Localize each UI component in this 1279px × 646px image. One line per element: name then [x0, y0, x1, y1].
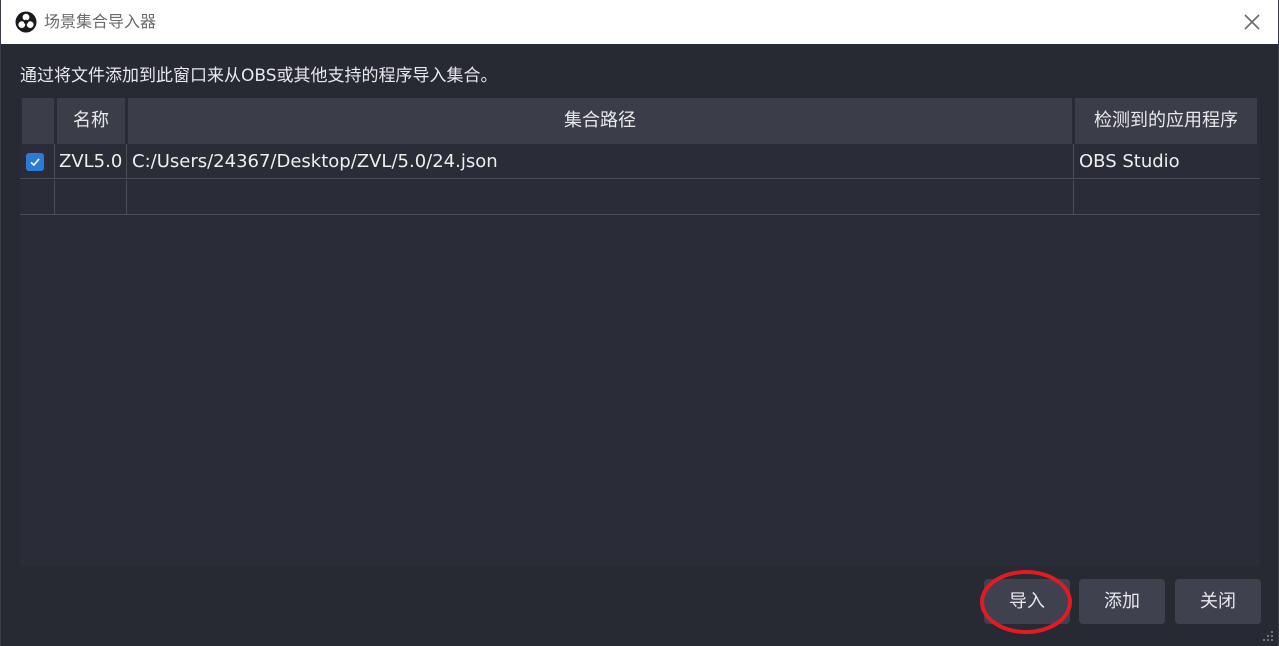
header-path[interactable]: 集合路径 [128, 98, 1072, 144]
header-check-column[interactable] [22, 98, 54, 144]
collections-table[interactable]: 名称 集合路径 检测到的应用程序 ZVL5.0 C:/Users/24367/D… [20, 98, 1260, 566]
row-name[interactable] [55, 180, 127, 215]
header-name[interactable]: 名称 [57, 98, 125, 144]
table-row[interactable]: ZVL5.0 C:/Users/24367/Desktop/ZVL/5.0/24… [20, 144, 1260, 179]
row-check-cell[interactable] [20, 144, 55, 179]
description-text: 通过将文件添加到此窗口来从OBS或其他支持的程序导入集合。 [20, 66, 498, 86]
table-header: 名称 集合路径 检测到的应用程序 [20, 98, 1260, 144]
row-check-cell[interactable] [20, 180, 55, 215]
close-button[interactable]: 关闭 [1175, 579, 1261, 624]
close-icon[interactable] [1242, 12, 1262, 32]
title-bar[interactable]: 场景集合导入器 [1, 0, 1278, 44]
row-path[interactable] [127, 180, 1074, 215]
row-program[interactable]: OBS Studio [1074, 144, 1260, 179]
obs-logo-icon [15, 11, 37, 33]
row-name[interactable]: ZVL5.0 [55, 144, 127, 179]
scene-collection-importer-dialog: 场景集合导入器 通过将文件添加到此窗口来从OBS或其他支持的程序导入集合。 名称… [0, 0, 1279, 646]
row-program[interactable] [1074, 180, 1260, 215]
checkbox-checked-icon[interactable] [26, 153, 44, 171]
table-row[interactable] [20, 180, 1260, 215]
resize-grip-icon[interactable] [1262, 630, 1274, 642]
add-button[interactable]: 添加 [1079, 579, 1165, 624]
header-program[interactable]: 检测到的应用程序 [1075, 98, 1257, 144]
row-path[interactable]: C:/Users/24367/Desktop/ZVL/5.0/24.json [127, 144, 1074, 179]
import-button[interactable]: 导入 [984, 579, 1070, 624]
window-title: 场景集合导入器 [44, 12, 157, 31]
